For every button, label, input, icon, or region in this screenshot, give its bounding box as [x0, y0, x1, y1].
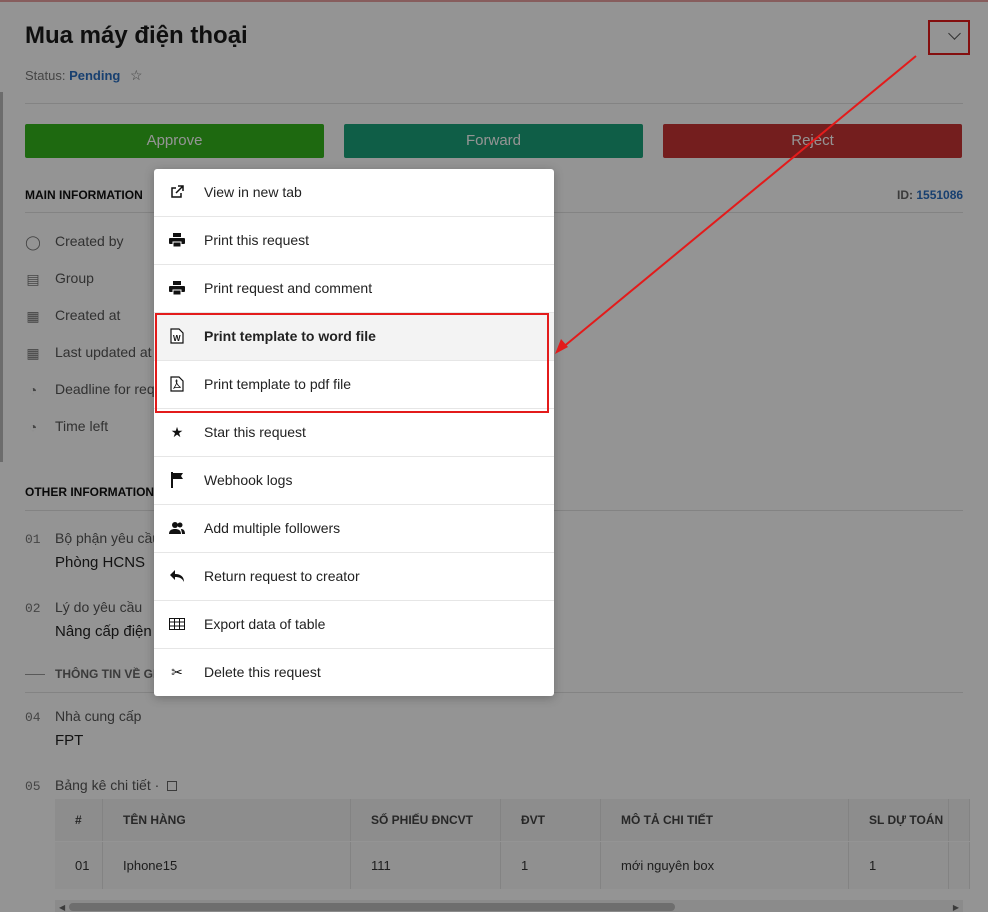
menu-item-add-followers[interactable]: Add multiple followers: [154, 505, 554, 553]
external-link-icon: [168, 183, 186, 201]
menu-item-return-creator[interactable]: Return request to creator: [154, 553, 554, 601]
menu-item-export-table[interactable]: Export data of table: [154, 601, 554, 649]
actions-dropdown-menu: View in new tab Print this request Print…: [154, 169, 554, 696]
printer-icon: [168, 279, 186, 297]
star-icon: ★: [170, 423, 184, 440]
menu-item-print-request[interactable]: Print this request: [154, 217, 554, 265]
flag-icon: [168, 471, 186, 489]
printer-icon: [168, 231, 186, 249]
menu-item-print-request-comment[interactable]: Print request and comment: [154, 265, 554, 313]
reply-icon: [168, 567, 186, 585]
menu-item-star[interactable]: ★ Star this request: [154, 409, 554, 457]
highlight-box: [155, 313, 549, 413]
users-icon: [168, 519, 186, 537]
scissors-icon: ✂: [171, 663, 183, 680]
table-icon: [168, 615, 186, 633]
menu-item-webhook-logs[interactable]: Webhook logs: [154, 457, 554, 505]
menu-item-view-new-tab[interactable]: View in new tab: [154, 169, 554, 217]
menu-item-delete[interactable]: ✂ Delete this request: [154, 649, 554, 697]
